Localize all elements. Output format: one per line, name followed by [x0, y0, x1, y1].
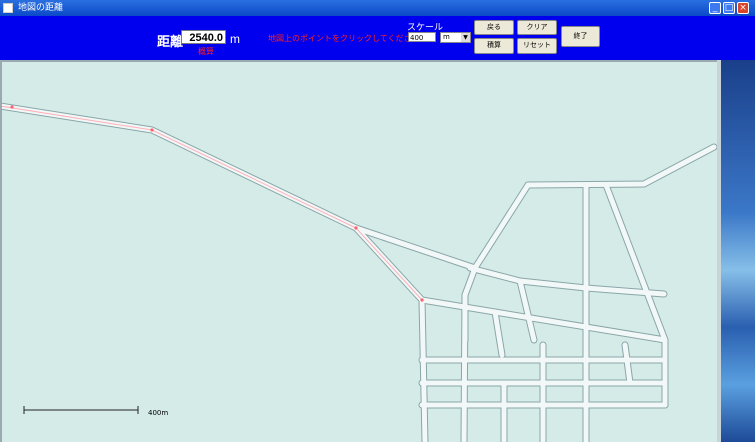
measure-point	[10, 105, 14, 109]
scale-bar	[23, 406, 139, 414]
window-title: 地図の距離	[18, 3, 64, 13]
map-right-border	[717, 60, 721, 442]
distance-unit: m	[230, 32, 240, 46]
title-bar: 地図の距離 _ □ ×	[0, 0, 755, 16]
minimize-icon[interactable]: _	[709, 2, 721, 14]
reset-button[interactable]: リセット	[517, 38, 557, 54]
exit-button[interactable]: 終了	[561, 26, 600, 47]
map-canvas[interactable]: 400m	[0, 60, 717, 442]
scale-unit-select[interactable]: m ▼	[440, 32, 471, 43]
measure-point	[150, 128, 154, 132]
desktop-background	[717, 60, 755, 442]
scale-unit-value: m	[443, 33, 450, 41]
chevron-down-icon[interactable]: ▼	[461, 33, 470, 42]
instruction-text: 地図上のポイントをクリックしてください	[268, 34, 420, 43]
road-network	[2, 102, 717, 442]
area-button[interactable]: 積算	[474, 38, 514, 54]
toolbar: 距離 2540.0 m 概算 地図上のポイントをクリックしてください スケール …	[0, 16, 755, 60]
clear-button[interactable]: クリア	[517, 20, 557, 35]
back-button[interactable]: 戻る	[474, 20, 514, 35]
scale-bar-label: 400m	[148, 409, 169, 417]
close-icon[interactable]: ×	[737, 2, 749, 14]
approx-note: 概算	[198, 47, 214, 56]
app-icon	[3, 3, 13, 13]
distance-value: 2540.0	[181, 30, 226, 44]
scale-input[interactable]: 400	[408, 32, 436, 42]
distance-label: 距離	[157, 34, 184, 49]
measure-point	[354, 226, 358, 230]
measure-point	[420, 298, 424, 302]
maximize-icon[interactable]: □	[723, 2, 735, 14]
